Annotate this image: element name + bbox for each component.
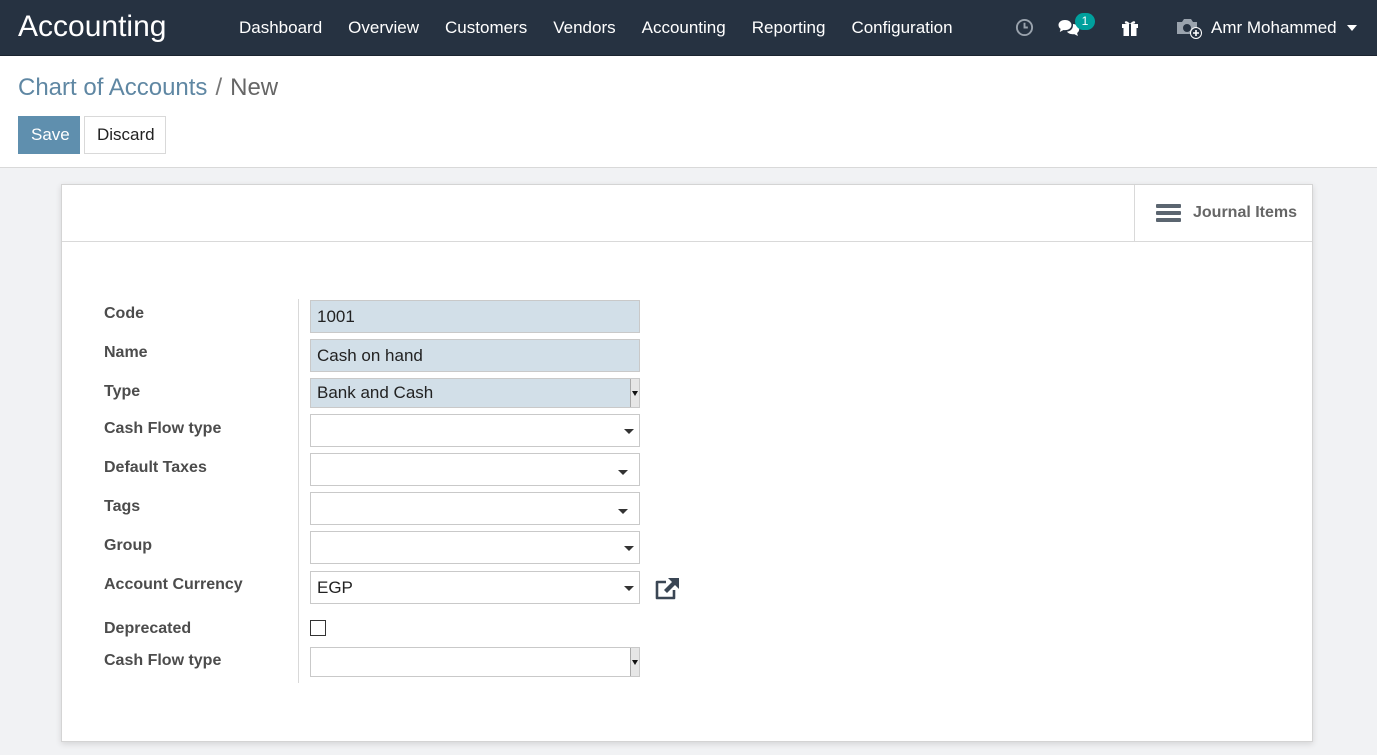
- breadcrumb-separator: /: [215, 74, 223, 101]
- external-link-icon[interactable]: [654, 576, 682, 602]
- cash-flow-type-label: Cash Flow type: [104, 420, 222, 437]
- chevron-down-icon: [1346, 24, 1357, 31]
- cash-flow-type-2-label: Cash Flow type: [104, 652, 222, 669]
- menu-item-accounting[interactable]: Accounting: [629, 0, 739, 55]
- gift-icon: [1122, 20, 1138, 36]
- gift-button[interactable]: [1118, 0, 1142, 55]
- menu-item-vendors[interactable]: Vendors: [540, 0, 628, 55]
- type-select[interactable]: Bank and Cash: [310, 378, 640, 408]
- tags-label: Tags: [104, 498, 141, 515]
- cash-flow-type-field[interactable]: [310, 414, 640, 447]
- journal-items-label: Journal Items: [1193, 204, 1298, 221]
- menu-item-reporting[interactable]: Reporting: [739, 0, 839, 55]
- breadcrumb: Chart of Accounts / New: [18, 73, 278, 103]
- save-button[interactable]: Save: [18, 116, 80, 154]
- label-divider: [298, 299, 299, 683]
- select-arrow-icon: [630, 379, 639, 407]
- name-label: Name: [104, 344, 148, 361]
- deprecated-label: Deprecated: [104, 620, 192, 637]
- clock-icon: [1015, 18, 1033, 37]
- control-panel: Chart of Accounts / New Save Discard: [0, 56, 1377, 168]
- name-field[interactable]: Cash on hand: [310, 339, 640, 372]
- account-currency-value: EGP: [317, 578, 353, 597]
- menu-item-customers[interactable]: Customers: [432, 0, 540, 55]
- default-taxes-label: Default Taxes: [104, 459, 207, 476]
- type-label: Type: [104, 383, 141, 400]
- top-navbar: Accounting Dashboard Overview Customers …: [0, 0, 1377, 56]
- chevron-down-icon: [618, 509, 628, 514]
- account-currency-field[interactable]: EGP: [310, 571, 640, 604]
- menu-item-dashboard[interactable]: Dashboard: [226, 0, 335, 55]
- chevron-down-icon: [624, 586, 634, 591]
- user-menu[interactable]: Amr Mohammed: [1175, 0, 1357, 55]
- app-title[interactable]: Accounting: [18, 8, 166, 46]
- menu-item-overview[interactable]: Overview: [335, 0, 432, 55]
- code-label: Code: [104, 305, 144, 322]
- account-currency-label: Account Currency: [104, 576, 243, 593]
- form-sheet: Journal Items Code 1001 Name Cash on han…: [61, 184, 1313, 742]
- chevron-down-icon: [624, 546, 634, 551]
- discard-button[interactable]: Discard: [84, 116, 166, 154]
- type-value: Bank and Cash: [317, 383, 434, 402]
- user-name: Amr Mohammed: [1211, 17, 1337, 37]
- messages-badge: 1: [1075, 13, 1095, 30]
- breadcrumb-current: New: [230, 74, 279, 101]
- camera-plus-icon: [1177, 18, 1202, 39]
- code-field[interactable]: 1001: [310, 300, 640, 333]
- tags-field[interactable]: [310, 492, 640, 525]
- cash-flow-type-2-select[interactable]: [310, 647, 640, 677]
- main-menu: Dashboard Overview Customers Vendors Acc…: [226, 0, 966, 55]
- select-arrow-icon: [630, 648, 639, 676]
- bars-icon: [1156, 201, 1181, 225]
- deprecated-checkbox[interactable]: [310, 620, 326, 636]
- chevron-down-icon: [624, 429, 634, 434]
- default-taxes-field[interactable]: [310, 453, 640, 486]
- menu-item-configuration[interactable]: Configuration: [838, 0, 965, 55]
- journal-items-button[interactable]: Journal Items: [1134, 185, 1312, 241]
- chevron-down-icon: [618, 470, 628, 475]
- breadcrumb-parent[interactable]: Chart of Accounts: [18, 74, 207, 101]
- group-field[interactable]: [310, 531, 640, 564]
- group-label: Group: [104, 537, 152, 554]
- button-box: Journal Items: [62, 185, 1312, 242]
- activity-button[interactable]: [1010, 0, 1038, 55]
